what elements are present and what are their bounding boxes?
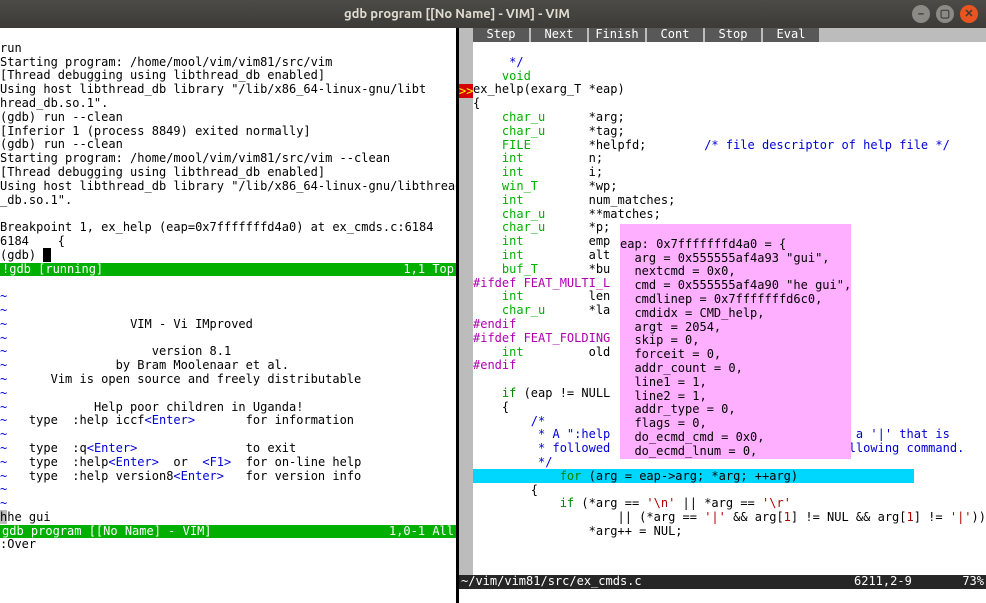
status-pct: 73% <box>934 575 984 589</box>
gdb-line: hread_db.so.1". <box>0 96 108 110</box>
close-icon[interactable]: ✕ <box>960 5 978 23</box>
breakpoint-marker[interactable]: >> <box>459 84 473 98</box>
popup-line: cmdidx = CMD_help, <box>620 306 765 320</box>
gdb-line: [Inferior 1 (process 8849) exited normal… <box>0 124 311 138</box>
eval-popup: eap: 0x7fffffffd4a0 = { arg = 0x555555af… <box>620 224 851 459</box>
tilde-line: ~ <box>0 289 7 303</box>
gdb-line: 6184 { <box>0 234 65 248</box>
status-pos: 1,0-1 <box>389 524 425 538</box>
window-titlebar: gdb program [[No Name] - VIM] - VIM – ▢ … <box>0 0 986 28</box>
source-cmdline[interactable] <box>459 589 986 603</box>
step-button[interactable]: Step <box>473 28 529 42</box>
debug-toolbar: Step Next Finish Cont Stop Eval <box>459 28 986 42</box>
popup-line: eap: 0x7fffffffd4a0 = { <box>620 237 786 251</box>
status-name: gdb program [[No Name] - VIM] <box>2 525 212 539</box>
splash-oss: Vim is open source and freely distributa… <box>51 372 362 386</box>
eval-button[interactable]: Eval <box>763 28 819 42</box>
workspace: run Starting program: /home/mool/vim/vim… <box>0 28 986 603</box>
right-column: Step Next Finish Cont Stop Eval >> */ vo… <box>459 28 986 603</box>
gdb-line: [Thread debugging using libthread_db ena… <box>0 68 325 82</box>
left-column: run Starting program: /home/mool/vim/vim… <box>0 28 456 603</box>
minimize-icon[interactable]: – <box>912 5 930 23</box>
popup-line: addr_count = 0, <box>620 361 743 375</box>
gdb-line: [Thread debugging using libthread_db ena… <box>0 165 325 179</box>
vim-cmdline[interactable]: :Over <box>0 538 456 552</box>
vim-input-line[interactable]: he gui <box>7 510 50 524</box>
gdb-cursor <box>43 248 50 262</box>
finish-button[interactable]: Finish <box>589 28 645 42</box>
popup-line: cmdlinep = 0x7fffffffd6c0, <box>620 292 822 306</box>
gdb-prompt[interactable]: (gdb) <box>0 248 43 262</box>
gdb-line: run <box>0 41 22 55</box>
sign-column <box>459 42 473 589</box>
popup-line: line2 = 1, <box>620 389 707 403</box>
popup-line: argt = 2054, <box>620 320 721 334</box>
splash-charity: Help poor children in Uganda! <box>94 400 304 414</box>
gdb-terminal-pane[interactable]: run Starting program: /home/mool/vim/vim… <box>0 28 456 263</box>
gdb-line: Using host libthread_db library "/lib/x8… <box>0 82 426 96</box>
popup-line: cmd = 0x555555af4a90 "he gui", <box>620 278 851 292</box>
popup-line: nextcmd = 0x0, <box>620 264 736 278</box>
popup-line: do_ecmd_cmd = 0x0, <box>620 430 765 444</box>
popup-line: arg = 0x555555af4a93 "gui", <box>620 251 830 265</box>
status-name: !gdb [running] <box>2 263 103 277</box>
gdb-statusline: !gdb [running] 1,1 Top <box>0 263 456 277</box>
status-pos: 6211,2-9 <box>854 575 934 589</box>
gdb-line: Starting program: /home/mool/vim/vim81/s… <box>0 151 390 165</box>
splash-author: by Bram Moolenaar et al. <box>116 358 289 372</box>
popup-line: flags = 0, <box>620 416 707 430</box>
gdb-line: (gdb) run --clean <box>0 137 123 151</box>
window-title: gdb program [[No Name] - VIM] - VIM <box>8 7 906 22</box>
status-name: ~/vim/vim81/src/ex_cmds.c <box>461 575 854 589</box>
gdb-line: (gdb) run --clean <box>0 110 123 124</box>
gdb-line: Breakpoint 1, ex_help (eap=0x7fffffffd4a… <box>0 220 433 234</box>
next-button[interactable]: Next <box>531 28 587 42</box>
status-pct: Top <box>432 262 454 276</box>
popup-line: forceit = 0, <box>620 347 721 361</box>
status-pct: All <box>432 524 454 538</box>
cont-button[interactable]: Cont <box>647 28 703 42</box>
current-line-highlight: for (arg = eap->arg; *arg; ++arg) <box>473 469 914 483</box>
popup-line: do_ecmd_lnum = 0, <box>620 444 757 458</box>
gdb-line: Using host libthread_db library "/lib/x8… <box>0 179 462 193</box>
popup-line: skip = 0, <box>620 333 699 347</box>
stop-button[interactable]: Stop <box>705 28 761 42</box>
status-pos: 1,1 <box>403 262 425 276</box>
vim-statusline: gdb program [[No Name] - VIM] 1,0-1 All <box>0 525 456 539</box>
splash-title: VIM - Vi IMproved <box>130 317 253 331</box>
source-statusline: ~/vim/vim81/src/ex_cmds.c 6211,2-9 73% <box>459 575 986 589</box>
popup-line: line1 = 1, <box>620 375 707 389</box>
popup-line: addr_type = 0, <box>620 402 736 416</box>
maximize-icon[interactable]: ▢ <box>936 5 954 23</box>
splash-version: version 8.1 <box>152 344 231 358</box>
gdb-line: _db.so.1". <box>0 193 72 207</box>
vim-splash-pane[interactable]: ~ ~ ~ VIM - Vi IMproved ~ ~ version 8.1 … <box>0 276 456 524</box>
gdb-line: Starting program: /home/mool/vim/vim81/s… <box>0 55 332 69</box>
